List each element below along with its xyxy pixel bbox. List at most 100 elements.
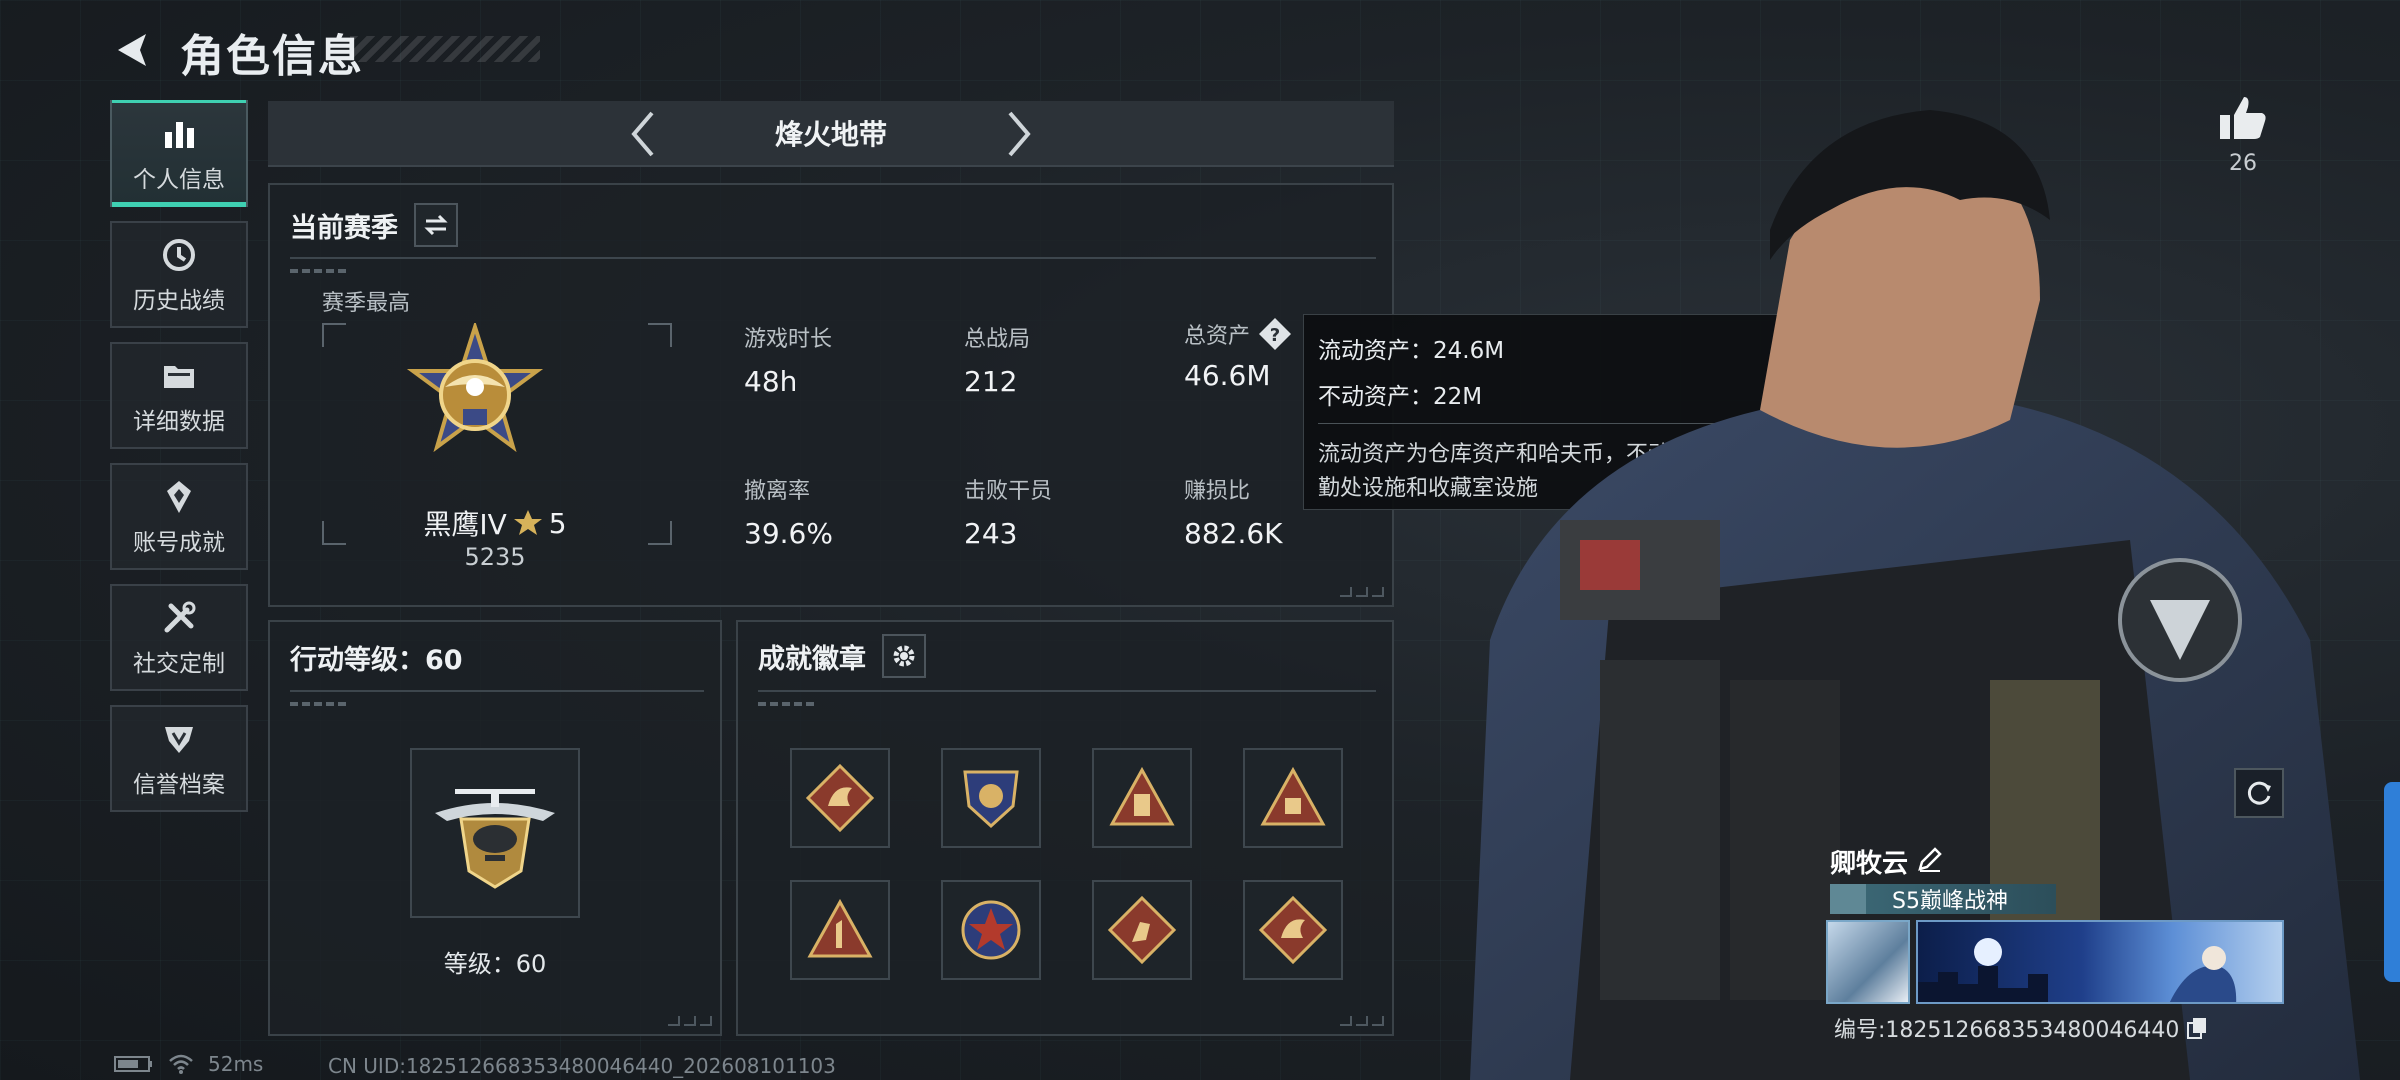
supply-badge-icon xyxy=(1260,766,1326,826)
battery-icon xyxy=(114,1056,152,1072)
chevron-right-icon xyxy=(1008,111,1031,157)
stat-value: 212 xyxy=(964,365,1018,398)
side-drawer-tab[interactable] xyxy=(2384,782,2400,982)
stat-extraction-rate: 撤离率 39.6% xyxy=(744,473,833,550)
player-card-avatar[interactable] xyxy=(1826,920,1910,1004)
like-button[interactable]: 26 xyxy=(2218,95,2268,176)
stat-operators-defeated: 击败干员 243 xyxy=(964,473,1052,550)
status-bar: 52ms xyxy=(114,1052,263,1076)
rank-name-row: 黑鹰IV 5 xyxy=(270,503,720,543)
sidebar-item-label: 详细数据 xyxy=(133,408,225,435)
runner-badge-icon xyxy=(1107,895,1177,965)
achievement-badge[interactable] xyxy=(941,748,1041,848)
like-count: 26 xyxy=(2229,151,2257,176)
wifi-icon xyxy=(169,1054,193,1074)
stat-label: 总战局 xyxy=(964,327,1031,352)
panel-corner-marks xyxy=(668,1016,712,1026)
action-level-title: 行动等级：60 xyxy=(290,645,463,676)
shield-emblem-icon xyxy=(165,726,193,753)
player-name: 卿牧云 xyxy=(1830,849,1909,879)
sidebar-item-label: 信誉档案 xyxy=(133,771,225,798)
star-icon xyxy=(513,510,542,535)
achievement-badge[interactable] xyxy=(1092,880,1192,980)
rank-stars: 5 xyxy=(548,506,567,540)
player-id-row: 编号:1825126683534800464​40 xyxy=(1834,1012,2209,1044)
page-title: 角色信息 xyxy=(180,31,364,82)
uid-text: CN UID:18251266835348004644​0_2026081011… xyxy=(328,1054,836,1078)
stat-profit-loss: 赚损比 882.6K xyxy=(1184,473,1283,550)
season-name: 烽火地带 xyxy=(774,118,887,151)
sidebar-item-label: 历史战绩 xyxy=(133,287,225,314)
sidebar-item-label: 个人信息 xyxy=(133,166,225,193)
help-icon[interactable]: ? xyxy=(1258,317,1292,351)
title-badge-icon xyxy=(1830,884,1866,914)
history-clock-icon xyxy=(163,238,195,271)
achievement-badge[interactable] xyxy=(1243,748,1343,848)
ping-value: 52ms xyxy=(208,1052,264,1076)
sidebar-item-label: 账号成就 xyxy=(133,529,225,556)
rank-score: 5235 xyxy=(464,543,526,571)
stat-label: 赚损比 xyxy=(1184,479,1251,504)
title-decoration xyxy=(350,36,540,62)
rank-name: 黑鹰IV xyxy=(423,508,507,541)
current-season-title: 当前赛季 xyxy=(290,212,398,244)
stat-play-time: 游戏时长 48h xyxy=(744,321,832,398)
player-title-text: S5巅峰战神 xyxy=(1892,889,2008,914)
stat-total-matches: 总战局 212 xyxy=(964,321,1030,398)
prev-season-button[interactable] xyxy=(624,109,664,159)
squad-badge-icon xyxy=(1109,766,1175,826)
divider-tick xyxy=(290,702,350,706)
back-button[interactable] xyxy=(110,28,154,72)
sidebar-item-details[interactable]: 详细数据 xyxy=(110,342,248,449)
panel-corner-marks xyxy=(1340,1016,1384,1026)
season-selector: 烽火地带 xyxy=(268,101,1394,167)
next-season-button[interactable] xyxy=(998,109,1038,159)
shield-badge-icon xyxy=(963,770,1019,829)
edit-pencil-icon[interactable] xyxy=(1916,845,1944,873)
rank-emblem-icon xyxy=(406,323,544,453)
stat-label: 总资产 xyxy=(1184,324,1251,349)
stat-total-assets: 总资产 ? 46.6M xyxy=(1184,317,1292,392)
refresh-icon xyxy=(2247,781,2271,805)
player-title-badge: S5巅峰战神 xyxy=(1830,884,2056,914)
copy-icon[interactable] xyxy=(2185,1016,2209,1040)
divider-tick xyxy=(758,702,818,706)
refresh-button[interactable] xyxy=(2234,768,2284,818)
sidebar-item-reputation[interactable]: 信誉档案 xyxy=(110,705,248,812)
panel-corner-marks xyxy=(1340,587,1384,597)
action-level-panel: 行动等级：60 等级：60 xyxy=(268,620,722,1036)
sidebar-item-social[interactable]: 社交定制 xyxy=(110,584,248,691)
switch-season-button[interactable] xyxy=(414,203,458,247)
dragon-badge-icon xyxy=(805,763,875,833)
svg-text:?: ? xyxy=(1270,325,1280,346)
thumbs-up-icon xyxy=(2220,97,2266,139)
bar-chart-icon xyxy=(165,121,194,148)
back-arrow-icon xyxy=(118,34,146,66)
chevron-left-icon xyxy=(631,111,654,157)
achievement-badge[interactable] xyxy=(1092,748,1192,848)
sidebar-item-history[interactable]: 历史战绩 xyxy=(110,221,248,328)
gear-icon xyxy=(893,645,915,667)
level-label: 等级：60 xyxy=(443,950,547,978)
achievement-badge[interactable] xyxy=(790,880,890,980)
sidebar-item-profile[interactable]: 个人信息 xyxy=(110,100,248,207)
achievements-title: 成就徽章 xyxy=(758,643,866,675)
season-best-label: 赛季最高 xyxy=(322,291,411,316)
stat-value: 46.6M xyxy=(1184,359,1271,392)
first-place-badge-icon xyxy=(807,898,873,958)
badge-grid xyxy=(790,748,1343,980)
sidebar-item-achievements[interactable]: 账号成就 xyxy=(110,463,248,570)
stat-label-row: 总资产 ? xyxy=(1184,317,1292,351)
achievement-settings-button[interactable] xyxy=(882,634,926,678)
player-card-banner[interactable] xyxy=(1916,920,2284,1004)
stat-value: 882.6K xyxy=(1184,517,1283,550)
achievement-badge[interactable] xyxy=(941,880,1041,980)
star-medal-badge-icon xyxy=(961,900,1021,960)
player-id: 编号:1825126683534800464​40 xyxy=(1834,1018,2180,1043)
stat-value: 243 xyxy=(964,517,1018,550)
achievement-badge[interactable] xyxy=(1243,880,1343,980)
dragon-badge-icon xyxy=(1258,895,1328,965)
stat-value: 48h xyxy=(744,365,798,398)
panel-divider xyxy=(758,690,1376,692)
achievement-badge[interactable] xyxy=(790,748,890,848)
